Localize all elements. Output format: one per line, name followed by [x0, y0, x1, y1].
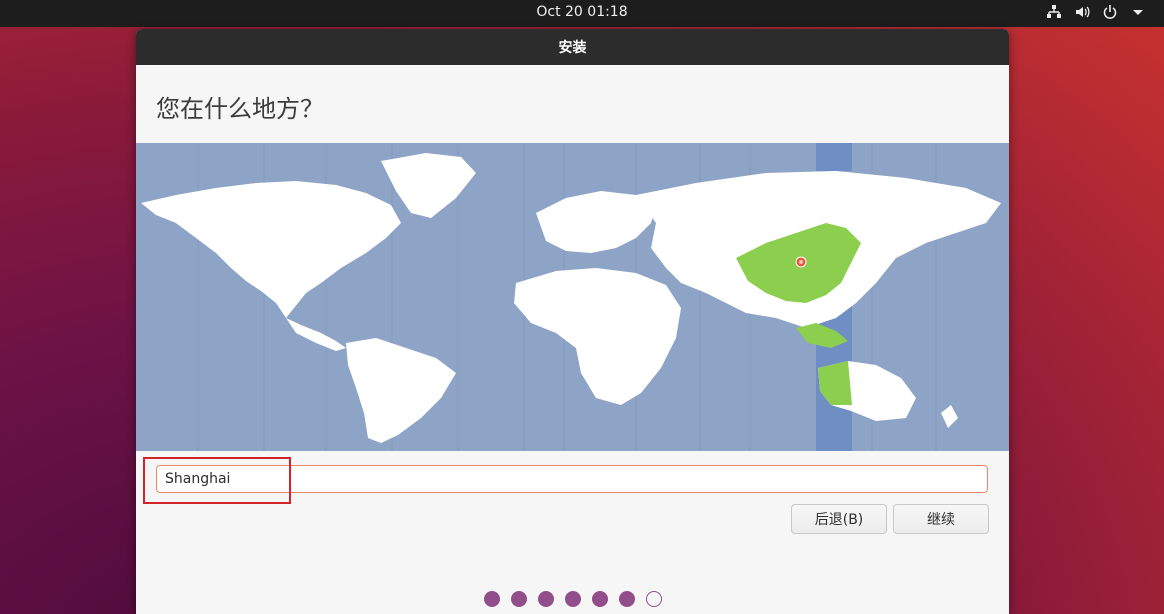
installer-window: 安装 您在什么地方？ Shanghai 后退(B) 继续 [136, 29, 1009, 614]
clock[interactable]: Oct 20 01:18 [0, 4, 1164, 20]
location-pin-icon[interactable] [795, 256, 807, 268]
network-icon[interactable] [1046, 4, 1062, 20]
progress-dot [592, 591, 608, 607]
page-title: 您在什么地方？ [156, 95, 324, 123]
location-field[interactable] [156, 465, 988, 493]
progress-dot-current [646, 591, 662, 607]
progress-dot [565, 591, 581, 607]
power-icon[interactable] [1102, 4, 1118, 20]
top-bar: Oct 20 01:18 [0, 0, 1164, 27]
progress-dot [538, 591, 554, 607]
continue-button[interactable]: 继续 [893, 504, 989, 534]
timezone-band-top [816, 143, 852, 171]
back-button[interactable]: 后退(B) [791, 504, 887, 534]
menu-arrow-icon[interactable] [1130, 4, 1146, 20]
volume-icon[interactable] [1074, 4, 1090, 20]
progress-dot [619, 591, 635, 607]
window-titlebar[interactable]: 安装 [136, 29, 1009, 65]
progress-dot [484, 591, 500, 607]
system-tray[interactable] [1046, 4, 1146, 20]
progress-dot [511, 591, 527, 607]
location-input[interactable] [157, 466, 987, 492]
progress-dots [484, 591, 662, 607]
world-map[interactable] [136, 143, 1009, 451]
timezone-map[interactable] [136, 143, 1009, 451]
